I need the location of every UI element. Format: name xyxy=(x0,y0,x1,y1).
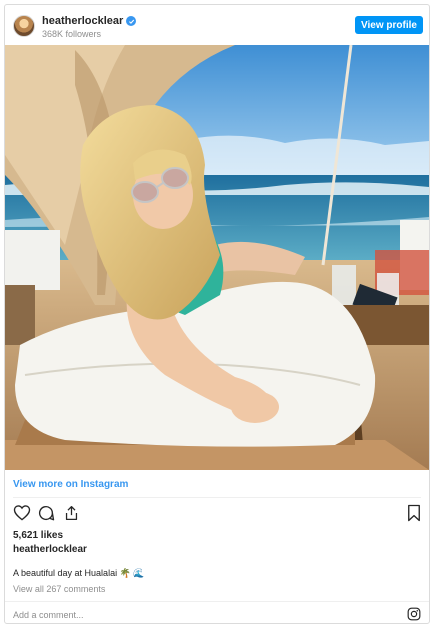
like-count[interactable]: 5,621 likes xyxy=(13,530,63,541)
post-header: heatherlocklear 368K followers View prof… xyxy=(5,5,429,45)
view-profile-button[interactable]: View profile xyxy=(355,16,423,34)
instagram-icon[interactable] xyxy=(407,607,421,623)
username-row: heatherlocklear xyxy=(42,15,137,27)
post-owner[interactable]: heatherlocklear xyxy=(13,544,87,555)
action-bar xyxy=(13,504,421,522)
view-comments-link[interactable]: View all 267 comments xyxy=(13,584,105,594)
divider xyxy=(13,497,421,498)
comment-bar: Add a comment... xyxy=(5,601,429,623)
follower-count: 368K followers xyxy=(42,29,102,39)
verified-badge-icon xyxy=(126,16,137,26)
heart-icon[interactable] xyxy=(13,504,31,526)
username[interactable]: heatherlocklear xyxy=(42,15,123,27)
add-comment-input[interactable]: Add a comment... xyxy=(13,610,84,620)
instagram-embed-card: heatherlocklear 368K followers View prof… xyxy=(4,4,430,624)
post-caption: A beautiful day at Hualalai 🌴 🌊 xyxy=(13,568,145,578)
share-icon[interactable] xyxy=(63,504,80,527)
comment-icon[interactable] xyxy=(37,504,55,527)
avatar[interactable] xyxy=(13,15,35,37)
view-more-link[interactable]: View more on Instagram xyxy=(13,479,128,490)
bookmark-icon[interactable] xyxy=(407,504,421,527)
post-photo[interactable] xyxy=(5,45,429,470)
